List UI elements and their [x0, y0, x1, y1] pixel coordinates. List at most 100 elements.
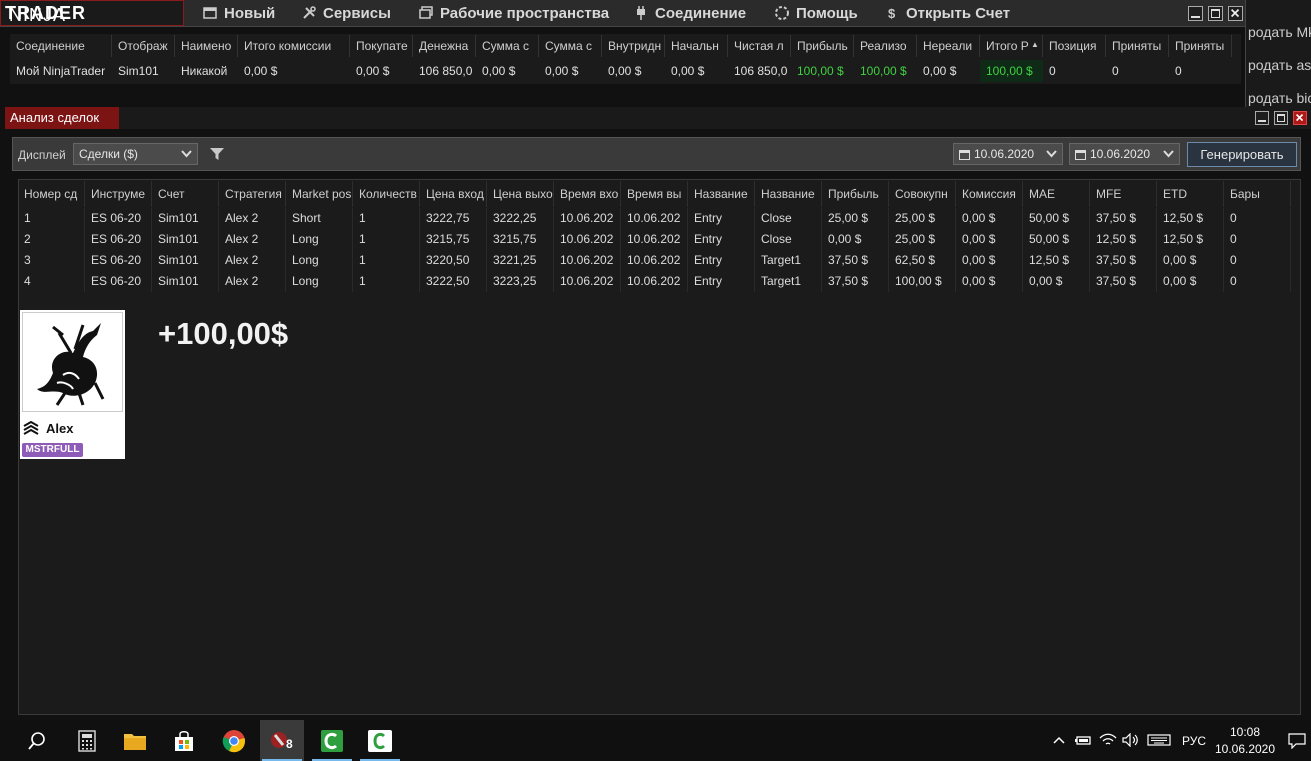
close-button[interactable]	[1228, 6, 1243, 21]
date-to-select[interactable]: 10.06.2020	[1069, 143, 1180, 165]
trades-column-header[interactable]: Бары	[1224, 181, 1291, 207]
accounts-column-header[interactable]: Реализо	[854, 35, 917, 57]
table-cell: Entry	[688, 229, 755, 250]
trades-column-header[interactable]: Цена вход	[420, 181, 487, 207]
battery-icon[interactable]	[1074, 733, 1092, 747]
accounts-column-header[interactable]: Приняты	[1106, 35, 1169, 57]
table-cell: Long	[286, 250, 353, 271]
keyboard-icon[interactable]	[1147, 734, 1171, 746]
trades-column-header[interactable]: ETD	[1157, 181, 1224, 207]
trades-column-header[interactable]: Название	[688, 181, 755, 207]
chevron-down-icon	[1163, 144, 1174, 170]
trades-column-header[interactable]: Счет	[152, 181, 219, 207]
table-cell: 12,50 $	[1157, 229, 1224, 250]
table-cell: 10.06.202	[554, 250, 621, 271]
table-cell: 25,00 $	[822, 208, 889, 229]
file-explorer-icon[interactable]	[113, 720, 157, 761]
trades-column-header[interactable]: Цена выхо	[487, 181, 554, 207]
dollar-icon: $	[888, 6, 896, 21]
trades-column-header[interactable]: Время вхо	[554, 181, 621, 207]
menu-open-account[interactable]: $ Открыть Счет	[884, 3, 1010, 23]
table-cell: 3215,75	[487, 229, 554, 250]
table-cell: Alex 2	[219, 229, 286, 250]
clock-time[interactable]: 10:08	[1220, 725, 1270, 739]
accounts-column-header[interactable]: Приняты	[1169, 35, 1232, 57]
language-indicator[interactable]: РУС	[1182, 734, 1206, 748]
store-icon[interactable]	[162, 720, 206, 761]
sort-ascending-icon: ▲	[1031, 40, 1039, 49]
analysis-minimize-button[interactable]	[1255, 111, 1269, 125]
trades-column-header[interactable]: Количеств	[353, 181, 420, 207]
accounts-column-header[interactable]: Покупате	[350, 35, 413, 57]
generate-button[interactable]: Генерировать	[1187, 142, 1297, 167]
display-label: Дисплей	[18, 148, 66, 162]
minimize-button[interactable]	[1188, 6, 1203, 21]
accounts-cell: 100,00 $	[860, 64, 907, 78]
chrome-icon[interactable]	[212, 720, 256, 761]
accounts-column-header[interactable]: Нереали	[917, 35, 980, 57]
menu-help[interactable]: Помощь	[774, 3, 858, 23]
menu-new[interactable]: Новый	[202, 3, 275, 23]
wifi-icon[interactable]	[1099, 733, 1117, 747]
table-cell: 3221,25	[487, 250, 554, 271]
accounts-column-header[interactable]: Отображ	[112, 35, 175, 57]
trades-column-header[interactable]: Номер сд	[18, 181, 85, 207]
table-cell: 3222,75	[420, 208, 487, 229]
display-select[interactable]: Сделки ($)	[73, 143, 198, 165]
table-cell: 0,00 $	[956, 250, 1023, 271]
accounts-column-header[interactable]: Начальн	[665, 35, 728, 57]
accounts-column-header[interactable]: Сумма с	[539, 35, 602, 57]
trades-column-header[interactable]: Стратегия	[219, 181, 286, 207]
camtasia-icon-2[interactable]	[358, 720, 402, 761]
accounts-cell: 0,00 $	[923, 64, 957, 78]
notifications-icon[interactable]	[1288, 733, 1306, 750]
accounts-column-header[interactable]: Денежна	[413, 35, 476, 57]
accounts-cell: 100,00 $	[980, 60, 1043, 82]
trades-column-header[interactable]: Инструме	[85, 181, 152, 207]
trades-column-header[interactable]: Прибыль	[822, 181, 889, 207]
search-icon[interactable]	[15, 720, 59, 761]
accounts-column-header[interactable]: Итого комиссии	[238, 35, 350, 57]
chevron-up-icon[interactable]	[1052, 733, 1066, 747]
accounts-column-header[interactable]: Чистая л	[728, 35, 791, 57]
table-cell: 3215,75	[420, 229, 487, 250]
trades-column-header[interactable]: Совокупн	[889, 181, 956, 207]
accounts-column-header[interactable]: Соединение	[10, 35, 112, 57]
svg-text:$: $	[888, 6, 896, 21]
date-from-select[interactable]: 10.06.2020	[953, 143, 1063, 165]
accounts-cell: 0,00 $	[356, 64, 390, 78]
accounts-column-header[interactable]: Внутридн	[602, 35, 665, 57]
trades-column-header[interactable]: Комиссия	[956, 181, 1023, 207]
menu-workspaces[interactable]: Рабочие пространства	[418, 3, 609, 23]
accounts-cell: 0,00 $	[482, 64, 516, 78]
chevron-down-icon	[1046, 144, 1057, 170]
menu-services[interactable]: Сервисы	[301, 3, 391, 23]
trades-column-header[interactable]: Время вы	[621, 181, 688, 207]
table-cell: ES 06-20	[85, 250, 152, 271]
camtasia-icon-1[interactable]	[310, 720, 354, 761]
trades-column-header[interactable]: Название	[755, 181, 822, 207]
help-lifebuoy-icon	[775, 6, 789, 20]
clock-date[interactable]: 10.06.2020	[1210, 742, 1280, 756]
close-icon	[1230, 8, 1240, 18]
trades-column-header[interactable]: Market pos	[286, 181, 353, 207]
ninjatrader-taskbar-icon[interactable]: 8	[260, 720, 304, 761]
trades-column-header[interactable]: MFE	[1090, 181, 1157, 207]
analysis-close-button[interactable]	[1293, 111, 1307, 125]
accounts-column-header[interactable]: Прибыль	[791, 35, 854, 57]
accounts-column-header[interactable]: Сумма с	[476, 35, 539, 57]
filter-icon[interactable]	[209, 146, 225, 162]
trades-column-header[interactable]: MAE	[1023, 181, 1090, 207]
accounts-column-header[interactable]: Позиция	[1043, 35, 1106, 57]
accounts-column-header[interactable]: Наимено	[175, 35, 238, 57]
calculator-icon[interactable]	[65, 720, 109, 761]
analysis-window-titlebar[interactable]	[5, 107, 1311, 129]
table-cell: 37,50 $	[1090, 208, 1157, 229]
table-cell: 4	[18, 271, 85, 292]
volume-icon[interactable]	[1122, 732, 1140, 748]
analysis-maximize-button[interactable]	[1274, 111, 1288, 125]
maximize-button[interactable]	[1208, 6, 1223, 21]
menu-connection[interactable]: Соединение	[633, 3, 746, 23]
background-app-sliver: родать Mk родать as родать bic	[1245, 0, 1311, 108]
table-cell: 37,50 $	[822, 250, 889, 271]
